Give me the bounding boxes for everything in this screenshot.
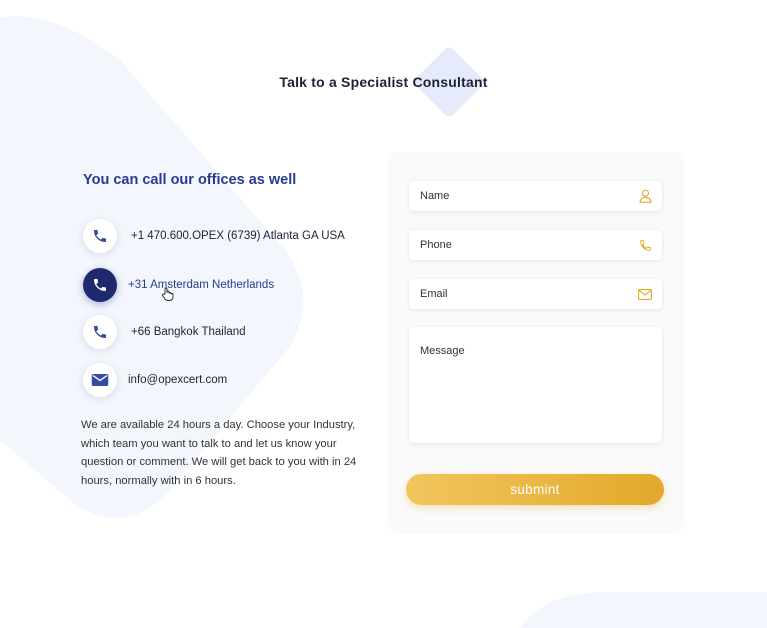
envelope-icon bbox=[638, 288, 652, 300]
contact-label: +66 Bangkok Thailand bbox=[131, 326, 246, 338]
phone-icon bbox=[83, 219, 117, 253]
contact-bangkok[interactable]: +66 Bangkok Thailand bbox=[83, 315, 246, 349]
message-placeholder: Message bbox=[420, 345, 465, 357]
phone-placeholder: Phone bbox=[420, 239, 452, 251]
name-placeholder: Name bbox=[420, 190, 450, 202]
phone-outline-icon bbox=[639, 239, 652, 252]
contact-label: info@opexcert.com bbox=[128, 374, 228, 386]
phone-icon bbox=[83, 315, 117, 349]
phone-icon bbox=[83, 268, 117, 302]
mail-icon bbox=[83, 363, 117, 397]
hand-cursor-icon bbox=[162, 287, 174, 301]
email-input[interactable]: Email bbox=[409, 279, 662, 309]
availability-text: We are available 24 hours a day. Choose … bbox=[81, 419, 357, 487]
page-title: Talk to a Specialist Consultant bbox=[279, 74, 488, 90]
phone-input[interactable]: Phone bbox=[409, 230, 662, 260]
contact-email[interactable]: info@opexcert.com bbox=[83, 363, 227, 397]
submit-button[interactable]: submint bbox=[406, 474, 664, 505]
contact-label: +1 470.600.OPEX (6739) Atlanta GA USA bbox=[131, 230, 345, 242]
contact-amsterdam[interactable]: +31 Amsterdam Netherlands bbox=[83, 268, 274, 302]
contact-label: +31 Amsterdam Netherlands bbox=[128, 279, 275, 291]
name-input[interactable]: Name bbox=[409, 181, 662, 211]
offices-heading: You can call our offices as well bbox=[83, 172, 297, 188]
email-placeholder: Email bbox=[420, 288, 448, 300]
message-textarea[interactable]: Message bbox=[409, 327, 662, 443]
user-icon bbox=[639, 189, 652, 203]
contact-atlanta[interactable]: +1 470.600.OPEX (6739) Atlanta GA USA bbox=[83, 219, 345, 253]
